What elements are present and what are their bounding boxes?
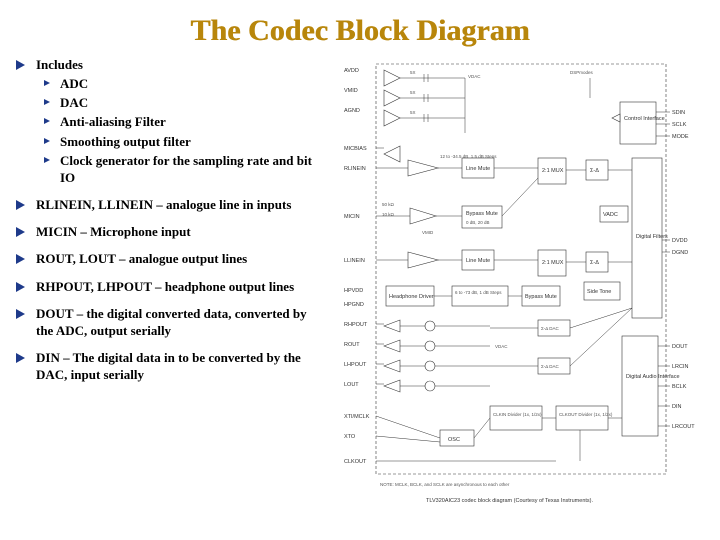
svg-text:BCLK: BCLK <box>672 384 687 390</box>
svg-text:5X: 5X <box>410 90 416 95</box>
svg-text:DGND: DGND <box>672 250 688 256</box>
output-amps <box>376 320 490 392</box>
svg-text:MICBIAS: MICBIAS <box>344 146 367 152</box>
main-body: Includes ADC DAC Anti-aliasing Filter Sm… <box>0 56 720 523</box>
svg-text:RHPOUT: RHPOUT <box>344 322 368 328</box>
svg-text:CLKIN Divider (1x, 1/2x): CLKIN Divider (1x, 1/2x) <box>493 412 542 417</box>
svg-text:DVDD: DVDD <box>672 238 688 244</box>
svg-text:HPVDD: HPVDD <box>344 288 363 294</box>
svg-text:VDAC: VDAC <box>495 344 508 349</box>
list-item: DAC <box>36 94 324 111</box>
svg-text:LRCOUT: LRCOUT <box>672 424 695 430</box>
svg-text:Side Tone: Side Tone <box>587 289 611 295</box>
svg-text:VMID: VMID <box>344 88 358 94</box>
bullet-includes: Includes ADC DAC Anti-aliasing Filter Sm… <box>14 56 324 186</box>
top-amps: 5X 5X 5X VDAC <box>384 70 481 133</box>
svg-text:Control Interface: Control Interface <box>624 116 665 122</box>
svg-text:Line Mute: Line Mute <box>466 258 490 264</box>
list-item: Smoothing output filter <box>36 133 324 150</box>
svg-text:VDAC: VDAC <box>468 74 481 79</box>
svg-text:DIN: DIN <box>672 404 682 410</box>
svg-text:5X: 5X <box>410 70 416 75</box>
svg-text:SDIN: SDIN <box>672 110 685 116</box>
svg-text:Σ-Δ: Σ-Δ <box>590 260 599 266</box>
svg-text:TLV320AIC23 codec block diagra: TLV320AIC23 codec block diagram (Courtes… <box>426 498 593 504</box>
svg-text:Digital Audio Interface: Digital Audio Interface <box>626 374 680 380</box>
page-title: The Codec Block Diagram <box>0 0 720 56</box>
svg-text:CLKOUT Divider (1x, 1/2x): CLKOUT Divider (1x, 1/2x) <box>559 412 613 417</box>
svg-text:LHPOUT: LHPOUT <box>344 362 367 368</box>
svg-text:LRCIN: LRCIN <box>672 364 689 370</box>
svg-text:VMID: VMID <box>422 230 434 235</box>
bullet-dout: DOUT – the digital converted data, conve… <box>14 305 324 339</box>
svg-text:Bypass Mute: Bypass Mute <box>466 211 498 217</box>
svg-text:Headphone Driver: Headphone Driver <box>389 294 434 300</box>
bullet-out: ROUT, LOUT – analogue output lines <box>14 250 324 267</box>
includes-label: Includes <box>36 57 83 72</box>
bullet-micin: MICIN – Microphone input <box>14 223 324 240</box>
svg-text:SCLK: SCLK <box>672 122 687 128</box>
svg-text:Σ-Δ: Σ-Δ <box>590 168 599 174</box>
svg-text:LLINEIN: LLINEIN <box>344 258 365 264</box>
bullet-column: Includes ADC DAC Anti-aliasing Filter Sm… <box>14 56 324 523</box>
diagram-column: AVDD VMID AGND MICBIAS RLINEIN MICIN LLI… <box>334 56 706 523</box>
svg-text:5X: 5X <box>410 110 416 115</box>
svg-text:ROUT: ROUT <box>344 342 360 348</box>
svg-text:XTI/MCLK: XTI/MCLK <box>344 414 370 420</box>
svg-text:HPGND: HPGND <box>344 302 364 308</box>
svg-text:AVDD: AVDD <box>344 68 359 74</box>
block-diagram: AVDD VMID AGND MICBIAS RLINEIN MICIN LLI… <box>340 56 700 523</box>
svg-text:CLKOUT: CLKOUT <box>344 459 367 465</box>
svg-text:6 to -73 dB, 1 dB Steps: 6 to -73 dB, 1 dB Steps <box>455 290 502 295</box>
svg-text:50 kΩ: 50 kΩ <box>382 202 395 207</box>
list-item: Anti-aliasing Filter <box>36 113 324 130</box>
svg-text:XTO: XTO <box>344 434 356 440</box>
svg-text:DSPmodes: DSPmodes <box>570 70 594 75</box>
list-item: ADC <box>36 75 324 92</box>
bullet-din: DIN – The digital data in to be converte… <box>14 349 324 383</box>
svg-text:OSC: OSC <box>448 437 460 443</box>
list-item: Clock generator for the sampling rate an… <box>36 152 324 186</box>
svg-text:LOUT: LOUT <box>344 382 359 388</box>
svg-text:0 dB, 20 dB: 0 dB, 20 dB <box>466 220 490 225</box>
bullet-linein: RLINEIN, LLINEIN – analogue line in inpu… <box>14 196 324 213</box>
svg-text:VADC: VADC <box>603 212 618 218</box>
svg-text:RLINEIN: RLINEIN <box>344 166 366 172</box>
svg-text:MODE: MODE <box>672 134 689 140</box>
svg-text:Line Mute: Line Mute <box>466 166 490 172</box>
svg-text:2:1 MUX: 2:1 MUX <box>542 260 564 266</box>
svg-text:Digital Filters: Digital Filters <box>636 234 668 240</box>
svg-text:NOTE: MCLK, BCLK, and SCLK are: NOTE: MCLK, BCLK, and SCLK are asynchron… <box>380 482 510 487</box>
svg-text:MICIN: MICIN <box>344 214 360 220</box>
svg-text:DOUT: DOUT <box>672 344 688 350</box>
svg-text:Σ-Δ DAC: Σ-Δ DAC <box>541 364 560 369</box>
svg-text:Σ-Δ DAC: Σ-Δ DAC <box>541 326 560 331</box>
svg-text:2:1 MUX: 2:1 MUX <box>542 168 564 174</box>
svg-text:Bypass Mute: Bypass Mute <box>525 294 557 300</box>
svg-text:AGND: AGND <box>344 108 360 114</box>
bullet-hpout: RHPOUT, LHPOUT – headphone output lines <box>14 278 324 295</box>
left-pins: AVDD VMID AGND MICBIAS RLINEIN MICIN LLI… <box>344 68 370 465</box>
right-pins: SDIN SCLK MODE DVDD DGND DOUT LRCIN BCLK… <box>672 110 695 430</box>
